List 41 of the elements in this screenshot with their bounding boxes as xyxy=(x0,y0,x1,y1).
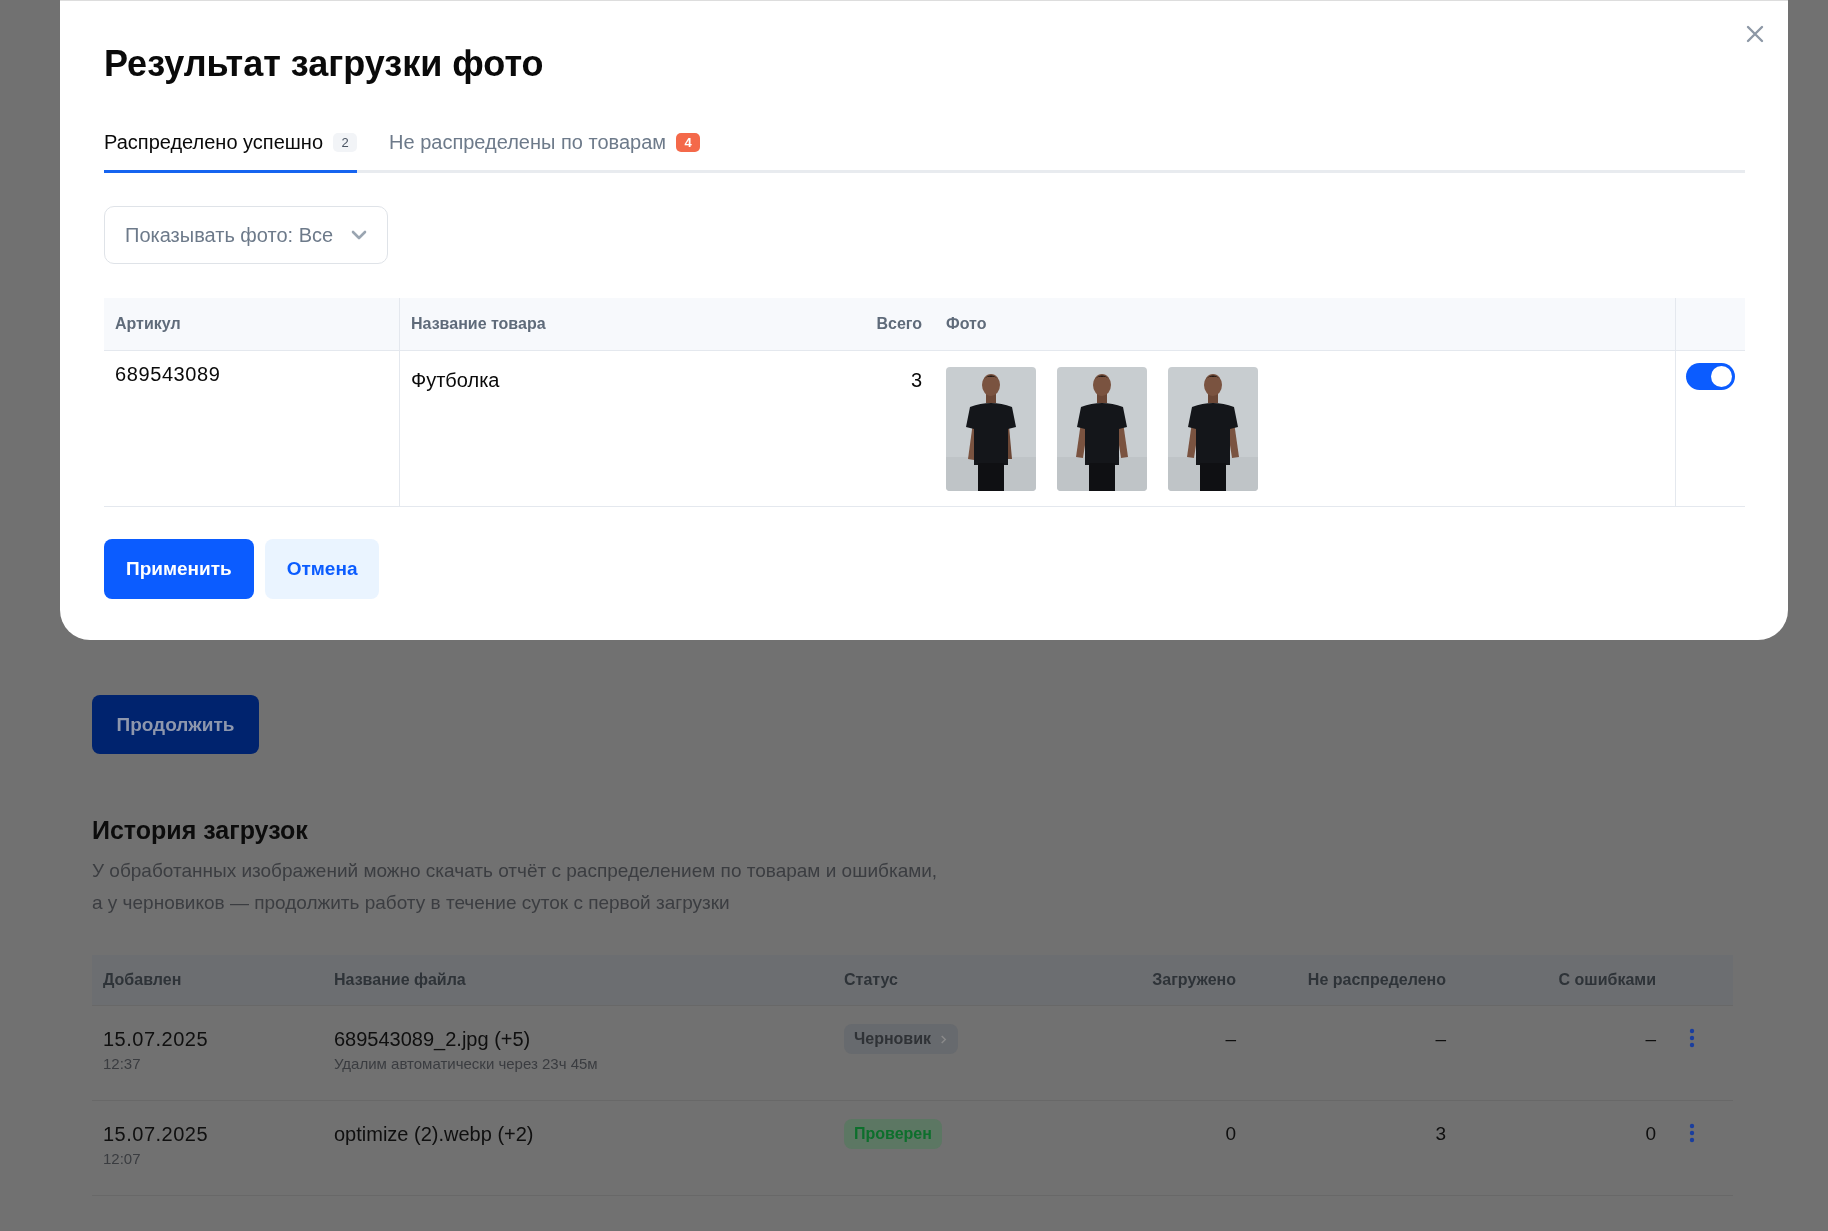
close-icon[interactable] xyxy=(1746,25,1764,43)
table-cell: 3 xyxy=(1435,1123,1446,1144)
tab[interactable]: Не распределены по товарам 4 xyxy=(389,131,701,173)
table-cell-text: Футболка xyxy=(410,368,501,393)
column-header: Всего xyxy=(875,314,923,334)
column-header: Не распределено xyxy=(1306,971,1446,989)
table-cell: 689543089 xyxy=(104,351,400,506)
column-header: Название файла xyxy=(334,971,467,989)
table-cell-text: 3 xyxy=(909,368,923,393)
file-name: 689543089_2.jpg (+5) xyxy=(334,1028,532,1051)
photo-filter-dropdown[interactable]: Показывать фото: Все xyxy=(104,206,388,264)
more-icon[interactable] xyxy=(1689,1028,1695,1048)
column-header: С ошибками xyxy=(1557,971,1656,989)
chevron-down-icon xyxy=(351,229,367,241)
column-header: Загружено xyxy=(1151,971,1236,989)
status-tag[interactable]: Черновик xyxy=(844,1024,959,1054)
table-cell: 0 xyxy=(1645,1123,1656,1144)
column-header: Артикул xyxy=(104,298,400,350)
more-icon[interactable] xyxy=(1689,1123,1695,1143)
table-cell: – xyxy=(1645,1028,1656,1049)
count-badge: 2 xyxy=(333,133,358,152)
table-cell: – xyxy=(1225,1028,1236,1049)
toggle-switch[interactable] xyxy=(1686,363,1735,390)
date-text: 15.07.2025 xyxy=(103,1028,210,1051)
cancel-button[interactable]: Отмена xyxy=(264,539,380,599)
chevron-right-icon[interactable] xyxy=(939,1033,949,1045)
apply-button[interactable]: Применить xyxy=(104,539,254,599)
tab[interactable]: Распределено успешно 2 xyxy=(104,131,358,173)
column-header: Название товара xyxy=(410,314,547,334)
column-header: Добавлен xyxy=(102,971,183,989)
count-badge: 4 xyxy=(676,133,701,152)
column-header: Фото xyxy=(934,298,1676,350)
date-text: 15.07.2025 xyxy=(103,1123,210,1146)
table-cell: 0 xyxy=(1225,1123,1236,1144)
continue-button[interactable]: Продолжить xyxy=(92,695,259,754)
column-header: Статус xyxy=(844,971,899,989)
table-cell: – xyxy=(1435,1028,1446,1049)
status-tag: Проверен xyxy=(844,1119,942,1149)
file-name: optimize (2).webp (+2) xyxy=(334,1123,535,1146)
dialog-title: Результат загрузки фото xyxy=(104,43,545,85)
section-title: История загрузок xyxy=(92,816,309,845)
